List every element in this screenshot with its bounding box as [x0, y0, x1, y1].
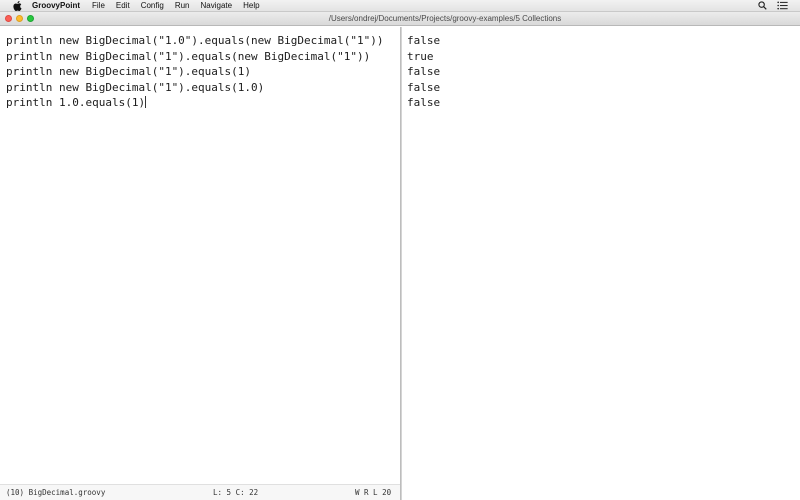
menu-edit[interactable]: Edit — [116, 1, 130, 10]
menu-bar: GroovyPoint File Edit Config Run Navigat… — [0, 0, 800, 12]
window-title-bar[interactable]: /Users/ondrej/Documents/Projects/groovy-… — [0, 12, 800, 26]
code-editor[interactable]: println new BigDecimal("1.0").equals(new… — [0, 27, 400, 484]
output-line-1: false — [407, 34, 441, 47]
menu-config[interactable]: Config — [141, 1, 164, 10]
status-file-name: (10) BigDecimal.groovy — [6, 488, 106, 497]
output-pane: false true false false false — [402, 27, 800, 500]
code-line-3[interactable]: println new BigDecimal("1").equals(1) — [6, 64, 400, 80]
app-name-menu[interactable]: GroovyPoint — [32, 1, 80, 10]
code-line-5[interactable]: println 1.0.equals(1) — [6, 95, 400, 111]
menu-help[interactable]: Help — [243, 1, 259, 10]
output-line-2: true — [407, 49, 434, 63]
output-line-4: false — [407, 80, 441, 94]
apple-icon[interactable] — [10, 0, 24, 11]
code-line-1[interactable]: println new BigDecimal("1.0").equals(new… — [6, 33, 400, 49]
menu-run[interactable]: Run — [175, 1, 190, 10]
window-title: /Users/ondrej/Documents/Projects/groovy-… — [328, 14, 562, 23]
code-line-2[interactable]: println new BigDecimal("1").equals(new B… — [6, 49, 400, 65]
search-icon[interactable] — [758, 0, 767, 12]
text-caret — [145, 96, 147, 108]
status-flags: W R L 20 — [355, 488, 392, 497]
code-line-5-text: println 1.0.equals(1) — [6, 96, 146, 109]
menu-navigate[interactable]: Navigate — [201, 1, 233, 10]
status-cursor-position: L: 5 C: 22 — [213, 488, 259, 497]
code-line-4[interactable]: println new BigDecimal("1").equals(1.0) — [6, 80, 400, 96]
menu-file[interactable]: File — [92, 1, 105, 10]
list-icon[interactable] — [777, 1, 788, 12]
output-line-3: false — [407, 65, 441, 78]
status-bar: (10) BigDecimal.groovy L: 5 C: 22 W R L … — [0, 484, 400, 500]
output-line-5: false — [407, 96, 441, 109]
